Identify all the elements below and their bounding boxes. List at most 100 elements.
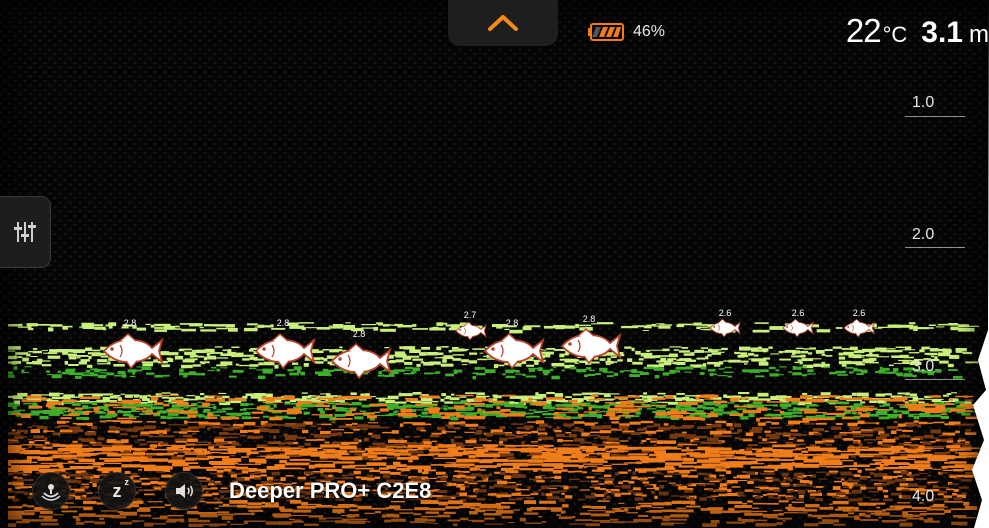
sonar-return	[501, 515, 513, 519]
fish-icon[interactable]	[841, 318, 875, 338]
fish-icon[interactable]	[556, 327, 622, 365]
sonar-return	[791, 355, 802, 358]
sonar-return	[896, 372, 903, 376]
sonar-return	[849, 371, 854, 374]
sonar-return	[453, 401, 462, 405]
sonar-return	[754, 354, 759, 357]
sonar-return	[539, 423, 549, 427]
sonar-return	[836, 395, 840, 397]
sonar-return	[42, 519, 58, 522]
fish-icon[interactable]	[479, 332, 545, 370]
sleep-button[interactable]: zz	[98, 472, 136, 510]
sonar-return	[183, 407, 189, 409]
sonar-return	[257, 375, 266, 379]
sonar-return	[528, 398, 533, 401]
sonar-return	[598, 392, 604, 395]
fish-icon[interactable]	[326, 342, 392, 380]
sonar-return	[737, 517, 742, 521]
sonar-return	[131, 520, 140, 523]
sonar-return	[922, 403, 936, 407]
sonar-return	[564, 435, 569, 437]
sonar-return	[941, 465, 948, 469]
sonar-return	[452, 354, 465, 356]
sonar-return	[768, 346, 773, 349]
sonar-return	[172, 462, 189, 467]
sonar-return	[8, 516, 23, 520]
sonar-return	[372, 442, 386, 446]
fish-icon[interactable]	[250, 332, 316, 370]
sonar-return	[914, 460, 931, 464]
sonar-return	[901, 410, 910, 415]
sonar-return	[721, 347, 728, 350]
sonar-return	[221, 416, 232, 420]
top-panel-handle[interactable]	[448, 0, 558, 46]
sonar-return	[285, 424, 296, 427]
sonar-return	[578, 428, 584, 433]
sonar-return	[795, 447, 806, 450]
sonar-return	[335, 407, 347, 412]
sonar-return	[801, 450, 809, 453]
sonar-return	[451, 393, 455, 396]
sonar-return	[135, 407, 144, 410]
sonar-return	[146, 421, 156, 423]
sonar-return	[421, 394, 429, 396]
sonar-return	[727, 402, 735, 404]
sonar-return	[167, 413, 179, 416]
sonar-return	[713, 434, 721, 438]
sonar-return	[363, 427, 368, 431]
sonar-return	[573, 438, 585, 442]
sonar-return	[442, 405, 448, 407]
sonar-return	[908, 352, 917, 354]
sonar-return	[834, 405, 852, 408]
sound-button[interactable]	[165, 472, 203, 510]
settings-button[interactable]	[0, 196, 51, 268]
sonar-return	[240, 408, 247, 411]
sonar-return	[807, 405, 820, 407]
sonar-return	[22, 357, 29, 362]
sonar-return	[854, 517, 861, 521]
sonar-return	[51, 396, 63, 400]
fish-icon[interactable]	[98, 332, 164, 370]
sonar-return	[33, 435, 45, 439]
sonar-return	[757, 422, 766, 426]
sonar-return	[755, 453, 774, 457]
sonar-return	[553, 367, 557, 369]
sonar-return	[368, 425, 381, 429]
fish-icon[interactable]	[780, 318, 814, 338]
sonar-return	[630, 410, 637, 413]
sonar-return	[160, 421, 166, 424]
sonar-return	[405, 398, 418, 402]
sonar-return	[653, 367, 665, 371]
sonar-return	[197, 355, 204, 358]
sonar-return	[856, 373, 864, 375]
sonar-return	[408, 459, 413, 463]
sonar-return	[358, 439, 362, 443]
sonar-return	[258, 428, 269, 432]
sonar-return	[679, 426, 692, 429]
sonar-return	[888, 364, 894, 367]
depth-value: 3.1	[921, 16, 963, 49]
sonar-return	[854, 441, 859, 444]
sonar-return	[179, 410, 198, 414]
sonar-return	[624, 450, 629, 452]
sonar-return	[320, 357, 324, 360]
sonar-return	[856, 392, 869, 397]
fish-icon[interactable]	[707, 318, 741, 338]
sonar-return	[447, 447, 466, 451]
sonar-return	[166, 520, 176, 523]
sonar-return	[92, 393, 104, 397]
sonar-return	[523, 433, 528, 437]
sonar-return	[678, 398, 686, 400]
sonar-return	[720, 435, 732, 438]
sonar-return	[851, 411, 857, 415]
sonar-return	[99, 458, 122, 460]
cast-button[interactable]	[32, 472, 70, 510]
sonar-return	[805, 399, 825, 403]
sonar-return	[410, 467, 424, 469]
sonar-return	[734, 405, 755, 408]
sonar-return	[69, 372, 75, 376]
sonar-return	[68, 356, 77, 360]
sonar-return	[859, 455, 874, 458]
sonar-return	[154, 327, 164, 329]
sonar-return	[665, 395, 674, 399]
